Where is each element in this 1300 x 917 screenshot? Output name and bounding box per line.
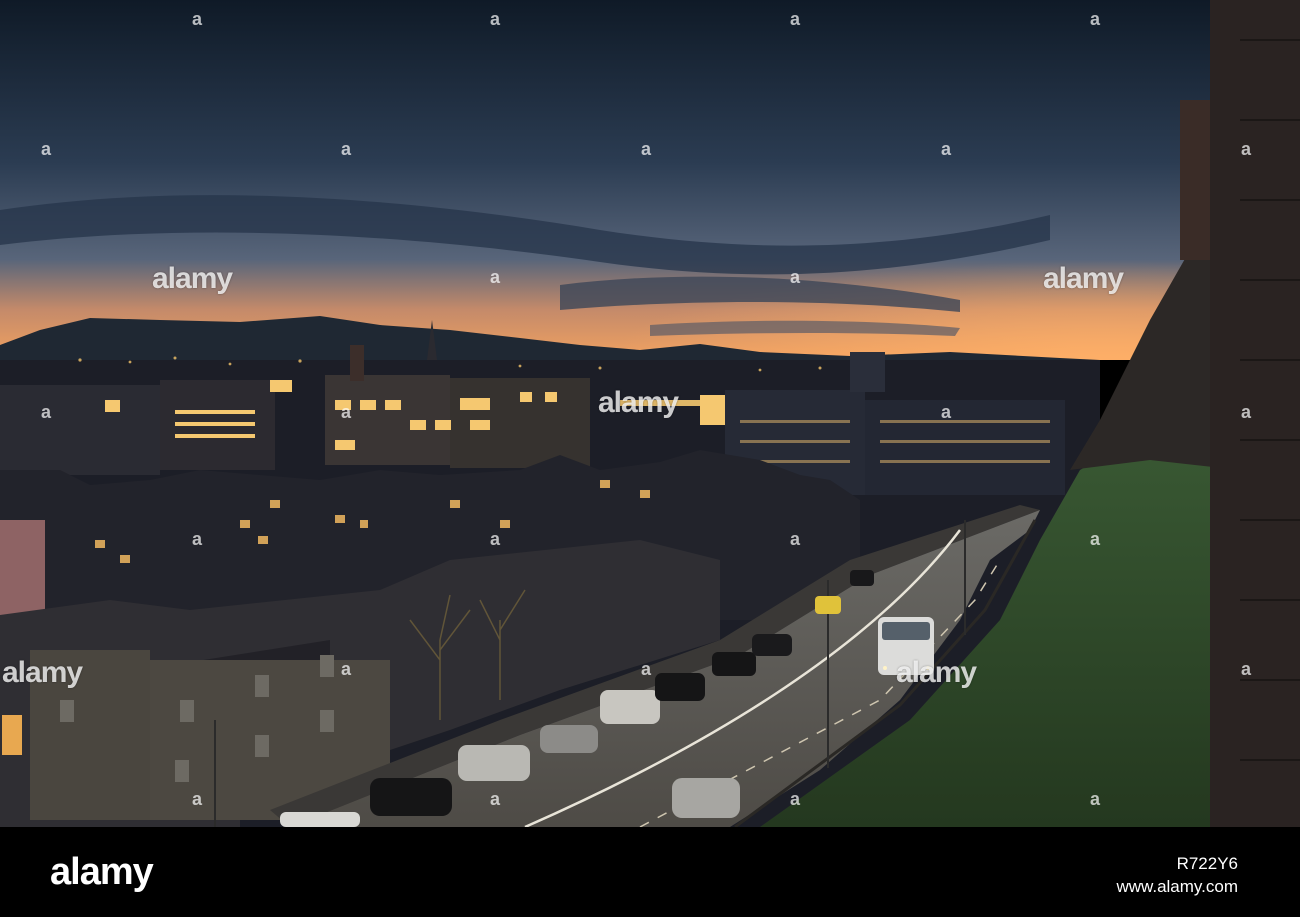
watermark-glyph: a — [41, 139, 52, 159]
watermark-glyph: a — [790, 267, 801, 287]
watermark-glyph: a — [341, 659, 352, 679]
watermark-glyph: a — [941, 139, 952, 159]
watermark-glyph: a — [1090, 9, 1101, 29]
watermark-glyph: a — [341, 402, 352, 422]
watermark-glyph: a — [1241, 139, 1252, 159]
watermark-glyph: a — [641, 659, 652, 679]
watermark-logo: alamy — [896, 656, 977, 689]
alamy-logo: alamy — [50, 851, 154, 893]
watermark-logo: alamy — [598, 386, 679, 419]
watermark-glyph: a — [1090, 789, 1101, 809]
watermark-glyph: a — [490, 9, 501, 29]
photo-frame: alamy alamy alamy alamy alamy a a a a a … — [0, 0, 1300, 917]
watermark-glyph: a — [1090, 529, 1101, 549]
image-id: R722Y6 — [1176, 854, 1238, 873]
watermark-glyph: a — [941, 402, 952, 422]
site-url: www.alamy.com — [1116, 877, 1238, 896]
watermark-glyph: a — [192, 789, 203, 809]
watermark-logo: alamy — [152, 262, 233, 295]
watermark-glyph: a — [1241, 659, 1252, 679]
watermark-glyph: a — [490, 789, 501, 809]
watermark-glyph: a — [490, 267, 501, 287]
watermark-glyph: a — [790, 529, 801, 549]
watermark-glyph: a — [641, 139, 652, 159]
watermark-glyph: a — [1241, 402, 1252, 422]
watermark-glyph: a — [341, 139, 352, 159]
watermark-glyph: a — [790, 9, 801, 29]
watermark-glyph: a — [192, 9, 203, 29]
watermark-logo: alamy — [1043, 262, 1124, 295]
stock-credit-bar: alamy R722Y6 www.alamy.com — [0, 827, 1300, 917]
watermark-glyph: a — [490, 529, 501, 549]
watermark-glyph: a — [790, 789, 801, 809]
watermark-glyph: a — [41, 402, 52, 422]
watermark-logo: alamy — [2, 656, 83, 689]
watermark-glyph: a — [192, 529, 203, 549]
